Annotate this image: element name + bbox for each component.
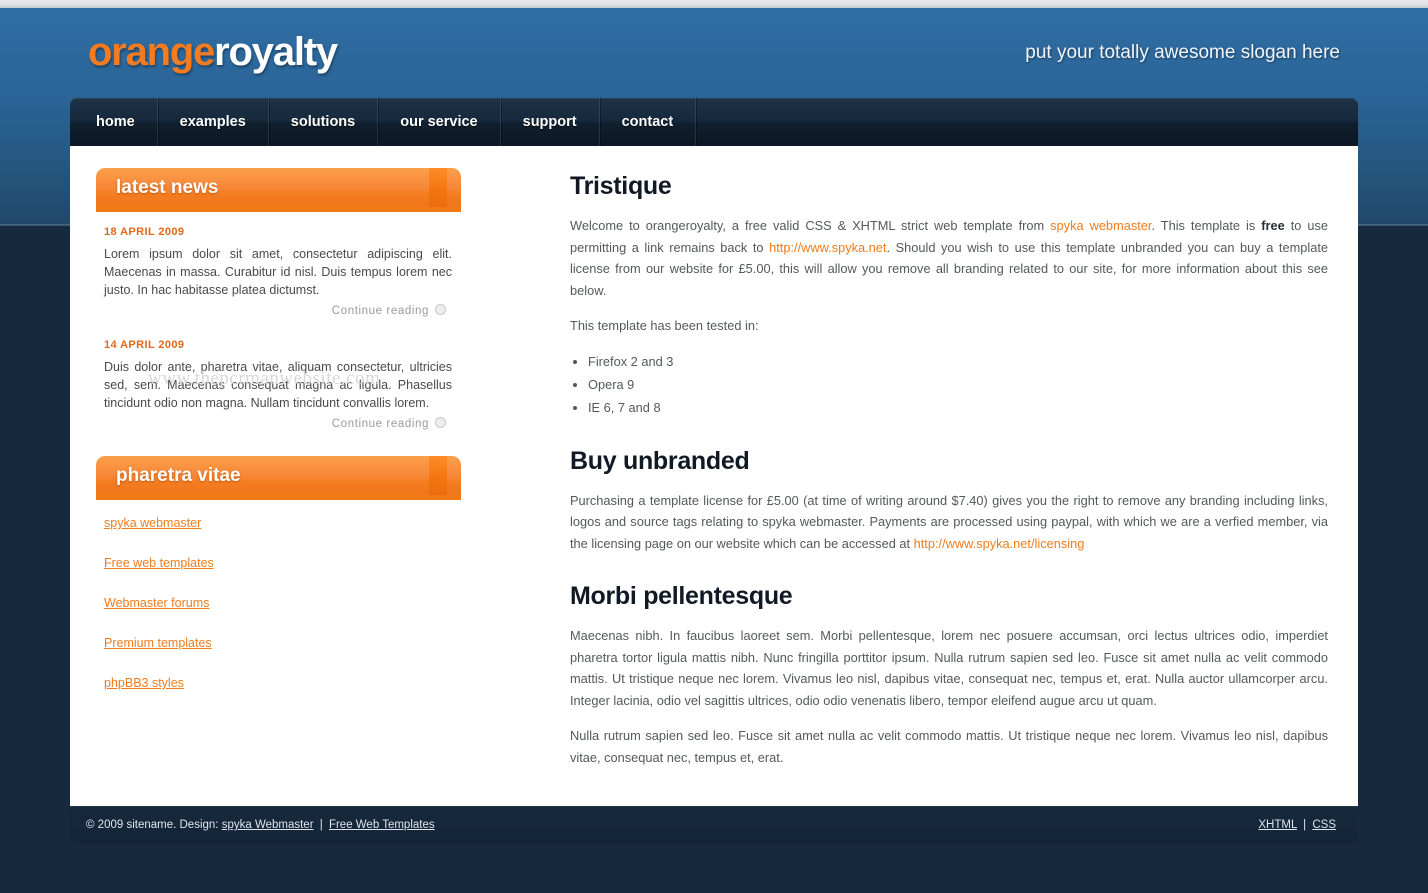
page-wrapper: orangeroyalty put your totally awesome s… bbox=[70, 8, 1358, 844]
list-item: Free web templates bbox=[104, 554, 492, 572]
continue-reading-link[interactable]: Continue reading bbox=[331, 417, 446, 430]
footer-link-spyka-webmaster[interactable]: spyka Webmaster bbox=[222, 819, 314, 831]
continue-reading-label: Continue reading bbox=[331, 305, 429, 317]
morbi-paragraph-2: Nulla rutrum sapien sed leo. Fusce sit a… bbox=[570, 728, 1328, 765]
tested-browsers-list: Firefox 2 and 3 Opera 9 IE 6, 7 and 8 bbox=[570, 351, 1328, 419]
list-item: Premium templates bbox=[104, 634, 492, 652]
continue-reading-wrap: Continue reading bbox=[96, 301, 446, 319]
intro-text-a: Welcome to orangeroyalty, a free valid C… bbox=[570, 218, 1051, 233]
header-bottom-line bbox=[96, 495, 461, 500]
continue-reading-label: Continue reading bbox=[331, 418, 429, 430]
list-item: Webmaster forums bbox=[104, 594, 492, 612]
footer-separator: | bbox=[1303, 819, 1307, 831]
link-spyka-webmaster[interactable]: spyka webmaster bbox=[1050, 218, 1151, 233]
top-decorative-strip bbox=[0, 0, 1428, 8]
footer-link-css[interactable]: CSS bbox=[1312, 819, 1336, 831]
link-spyka-licensing[interactable]: http://www.spyka.net/licensing bbox=[914, 536, 1085, 551]
nav-item-solutions[interactable]: solutions bbox=[269, 98, 379, 146]
news-item: 18 APRIL 2009 Lorem ipsum dolor sit amet… bbox=[96, 226, 452, 319]
page-title-morbi-pellentesque: Morbi pellentesque bbox=[570, 582, 793, 610]
header-bottom-line bbox=[96, 207, 461, 212]
logo-text-orange: orange bbox=[88, 30, 215, 74]
footer-right: XHTML | CSS bbox=[1258, 819, 1336, 831]
sidebar-link-list: spyka webmaster Free web templates Webma… bbox=[104, 514, 492, 692]
page-title-buy-unbranded: Buy unbranded bbox=[570, 446, 750, 475]
site-footer: © 2009 sitename. Design: spyka Webmaster… bbox=[70, 806, 1358, 844]
continue-reading-wrap: Continue reading bbox=[96, 414, 446, 432]
news-date: 18 APRIL 2009 bbox=[104, 226, 185, 238]
buy-unbranded-paragraph: Purchasing a template license for £5.00 … bbox=[570, 490, 1328, 555]
nav-item-support[interactable]: support bbox=[501, 98, 600, 146]
site-header: orangeroyalty put your totally awesome s… bbox=[70, 8, 1358, 98]
news-body: Lorem ipsum dolor sit amet, consectetur … bbox=[104, 247, 452, 297]
morbi-paragraph-1: Maecenas nibh. In faucibus laoreet sem. … bbox=[570, 628, 1328, 708]
news-date: 14 APRIL 2009 bbox=[104, 339, 185, 351]
footer-separator: | bbox=[319, 819, 323, 831]
nav-item-contact[interactable]: contact bbox=[600, 98, 697, 146]
news-item: 14 APRIL 2009 Duis dolor ante, pharetra … bbox=[96, 339, 452, 432]
latest-news-title: latest news bbox=[116, 177, 219, 198]
list-item: spyka webmaster bbox=[104, 514, 492, 532]
sidebar-link-premium-templates[interactable]: Premium templates bbox=[104, 636, 212, 650]
sidebar: latest news 18 APRIL 2009 Lorem ipsum do… bbox=[92, 168, 492, 782]
arrow-circle-icon bbox=[435, 304, 446, 315]
intro-paragraph: Welcome to orangeroyalty, a free valid C… bbox=[570, 215, 1328, 301]
footer-link-free-web-templates[interactable]: Free Web Templates bbox=[329, 819, 435, 831]
site-logo[interactable]: orangeroyalty bbox=[88, 30, 338, 74]
intro-bold-free: free bbox=[1261, 218, 1285, 233]
header-accent-band bbox=[429, 456, 447, 500]
footer-left: © 2009 sitename. Design: spyka Webmaster… bbox=[86, 819, 435, 831]
nav-item-home[interactable]: home bbox=[70, 98, 158, 146]
nav-item-our-service[interactable]: our service bbox=[378, 98, 501, 146]
page-title-tristique: Tristique bbox=[570, 172, 672, 200]
list-item: phpBB3 styles bbox=[104, 674, 492, 692]
main-column: Tristique Welcome to orangeroyalty, a fr… bbox=[148, 168, 1336, 782]
footer-link-xhtml[interactable]: XHTML bbox=[1258, 819, 1297, 831]
content-area: latest news 18 APRIL 2009 Lorem ipsum do… bbox=[70, 146, 1358, 806]
arrow-circle-icon bbox=[435, 417, 446, 428]
sidebar-link-free-web-templates[interactable]: Free web templates bbox=[104, 556, 214, 570]
sidebar-link-webmaster-forums[interactable]: Webmaster forums bbox=[104, 596, 209, 610]
news-body: Duis dolor ante, pharetra vitae, aliquam… bbox=[104, 360, 452, 410]
latest-news-header: latest news bbox=[96, 168, 461, 212]
sidebar-link-spyka-webmaster[interactable]: spyka webmaster bbox=[104, 516, 201, 530]
pharetra-vitae-header: pharetra vitae bbox=[96, 456, 461, 500]
list-item-ie: IE 6, 7 and 8 bbox=[588, 397, 1328, 419]
pharetra-vitae-title: pharetra vitae bbox=[116, 465, 241, 486]
list-item-firefox: Firefox 2 and 3 bbox=[588, 351, 1328, 373]
list-item-opera: Opera 9 bbox=[588, 374, 1328, 396]
header-accent-band bbox=[429, 168, 447, 212]
continue-reading-link[interactable]: Continue reading bbox=[331, 304, 446, 317]
link-spyka-net[interactable]: http://www.spyka.net bbox=[769, 240, 886, 255]
site-slogan: put your totally awesome slogan here bbox=[1025, 42, 1340, 63]
footer-copyright: © 2009 sitename. Design: bbox=[86, 819, 219, 831]
sidebar-link-phpbb3-styles[interactable]: phpBB3 styles bbox=[104, 676, 184, 690]
main-navigation: home examples solutions our service supp… bbox=[70, 98, 1358, 146]
tested-in-lead: This template has been tested in: bbox=[570, 318, 759, 333]
logo-text-white: royalty bbox=[214, 30, 338, 74]
nav-item-examples[interactable]: examples bbox=[158, 98, 269, 146]
intro-text-b: . This template is bbox=[1151, 218, 1262, 233]
